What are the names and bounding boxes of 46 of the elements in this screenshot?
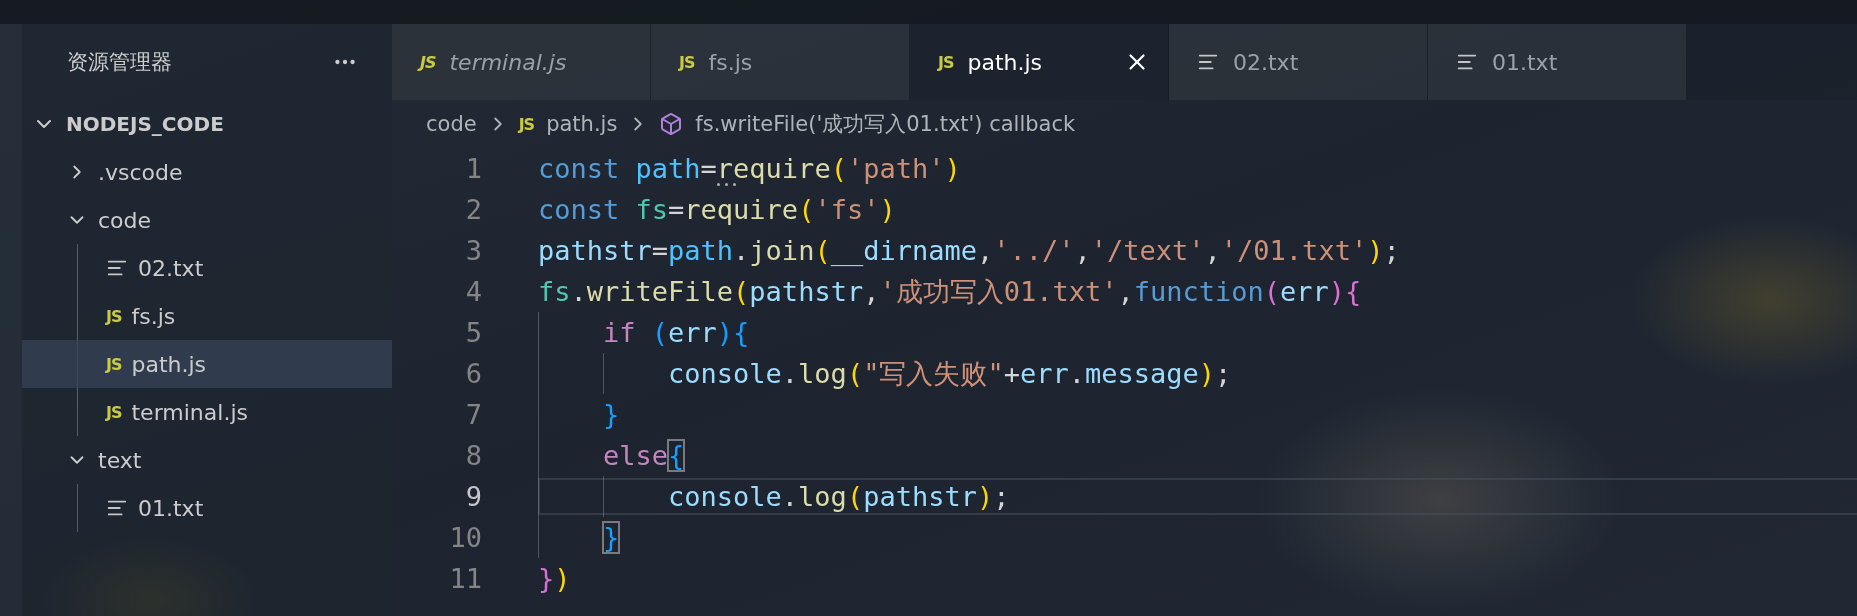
file-tree-item[interactable]: code xyxy=(22,196,392,244)
file-tree-item[interactable]: JS fs.js xyxy=(22,292,392,340)
line-number: 11 xyxy=(448,563,482,594)
js-file-icon: JS xyxy=(518,114,535,134)
file-tree-item[interactable]: .vscode xyxy=(22,148,392,196)
js-file-icon: JS xyxy=(679,52,695,72)
line-number: 5 xyxy=(464,317,482,348)
editor-tab[interactable]: 02.txt xyxy=(1169,24,1428,100)
file-tree-item[interactable]: text xyxy=(22,436,392,484)
js-file-icon: JS xyxy=(106,402,122,422)
panel-title: 资源管理器 xyxy=(67,49,172,76)
code-line: if (err){ xyxy=(602,317,750,348)
breadcrumb-item[interactable]: code xyxy=(426,112,477,136)
code-line: else{ xyxy=(602,440,685,471)
js-file-icon: JS xyxy=(106,354,122,374)
line-number: 9 xyxy=(464,481,482,512)
code-line: } xyxy=(602,522,620,553)
line-number: 10 xyxy=(448,522,482,553)
file-tree-item[interactable]: 01.txt xyxy=(22,484,392,532)
file-tree-item[interactable]: 02.txt xyxy=(22,244,392,292)
js-file-icon: JS xyxy=(938,52,954,72)
cube-icon xyxy=(659,112,684,136)
line-number: 2 xyxy=(464,194,482,225)
code-line: const path=require('path') xyxy=(538,153,961,184)
line-number: 8 xyxy=(464,440,482,471)
line-number: 6 xyxy=(464,358,482,389)
code-line: }) xyxy=(538,563,571,594)
file-tree-item[interactable]: JS path.js xyxy=(22,340,392,388)
line-number: 1 xyxy=(464,153,482,184)
editor-tab[interactable]: 01.txt xyxy=(1428,24,1687,100)
code-line: fs.writeFile(pathstr,'成功写入01.txt',function(err){ xyxy=(538,274,1362,309)
breadcrumb-item[interactable]: fs.writeFile('成功写入01.txt') callback xyxy=(695,110,1076,138)
code-line: pathstr=path.join(__dirname,'../','/text','/01.txt'); xyxy=(538,235,1400,266)
breadcrumb-item[interactable]: path.js xyxy=(546,112,618,136)
js-file-icon: JS xyxy=(106,306,122,326)
code-line: const fs=require('fs') xyxy=(538,194,896,225)
line-number: 3 xyxy=(464,235,482,266)
code-line: } xyxy=(602,399,620,430)
editor-tab[interactable]: JS terminal.js xyxy=(392,24,651,100)
editor-tab[interactable]: JS fs.js xyxy=(651,24,910,100)
file-tree-item[interactable]: JS terminal.js xyxy=(22,388,392,436)
workspace-root[interactable]: NODEJS_CODE xyxy=(22,100,392,148)
code-line: console.log(pathstr); xyxy=(667,481,1010,512)
line-number: 4 xyxy=(464,276,482,307)
line-number: 7 xyxy=(464,399,482,430)
code-line: console.log("写入失败"+err.message); xyxy=(667,356,1232,391)
